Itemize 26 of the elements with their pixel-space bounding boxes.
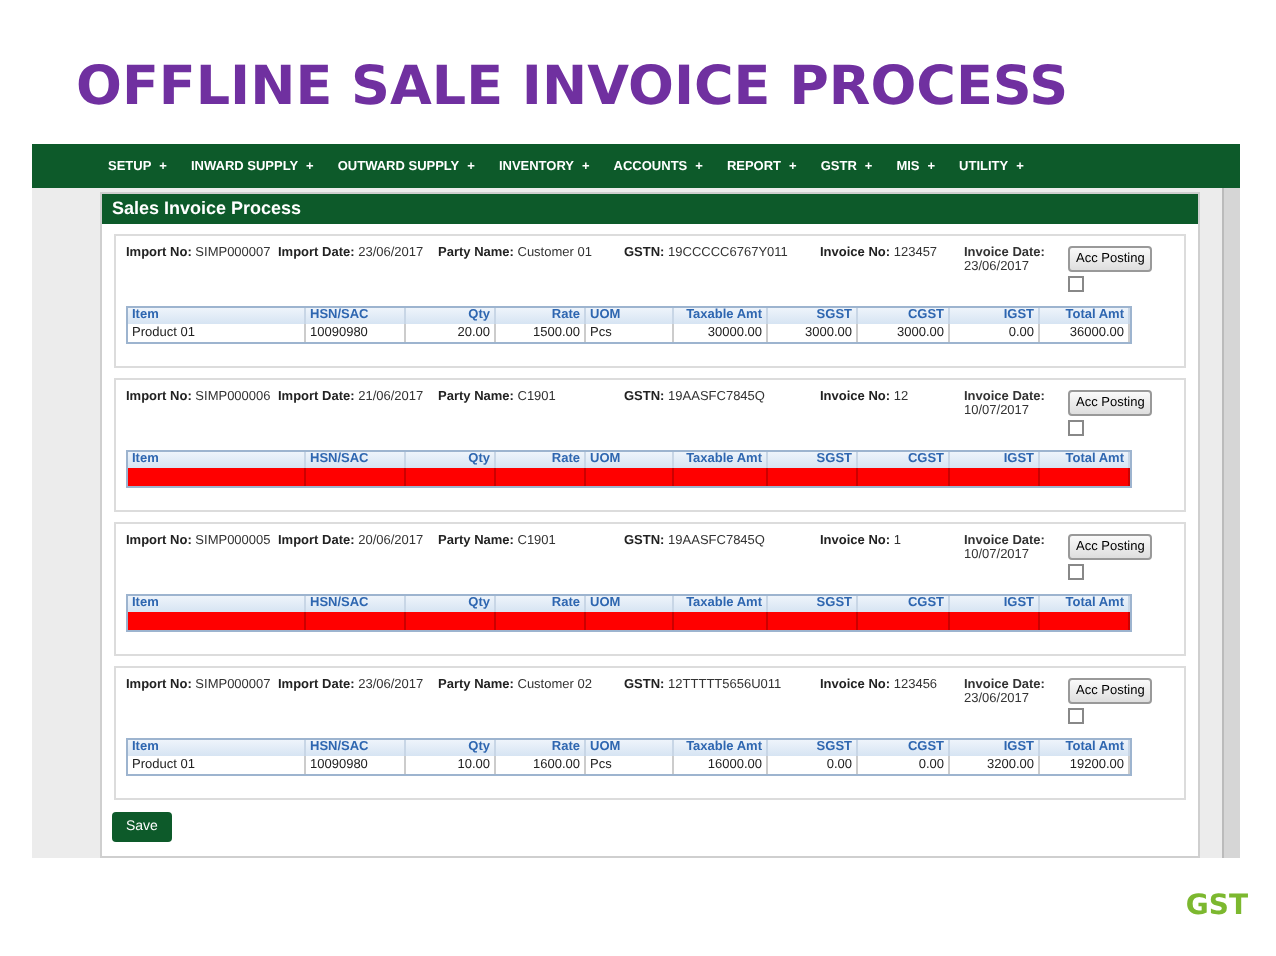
error-cell bbox=[858, 468, 950, 486]
error-cell bbox=[950, 612, 1040, 630]
error-cell bbox=[950, 468, 1040, 486]
error-cell bbox=[586, 468, 674, 486]
error-cell bbox=[858, 612, 950, 630]
error-cell bbox=[496, 468, 586, 486]
error-cell bbox=[406, 468, 496, 486]
error-cell bbox=[306, 468, 406, 486]
error-cell bbox=[674, 468, 768, 486]
error-cell bbox=[1040, 612, 1130, 630]
logo: GST bbox=[1185, 890, 1248, 922]
error-cell bbox=[1040, 468, 1130, 486]
error-cell bbox=[406, 612, 496, 630]
checkbox[interactable] bbox=[1068, 420, 1084, 436]
error-cell bbox=[768, 468, 858, 486]
slide-title: OFFLINE SALE INVOICE PROCESS bbox=[76, 54, 1069, 122]
scrollbar[interactable] bbox=[1222, 188, 1240, 858]
checkbox[interactable] bbox=[1068, 708, 1084, 724]
error-cell bbox=[306, 612, 406, 630]
checkbox[interactable] bbox=[1068, 564, 1084, 580]
error-cell bbox=[496, 612, 586, 630]
error-cell bbox=[586, 612, 674, 630]
error-cell bbox=[674, 612, 768, 630]
error-cell bbox=[768, 612, 858, 630]
checkbox[interactable] bbox=[1068, 276, 1084, 292]
panel-title: Sales Invoice Process bbox=[102, 194, 1198, 224]
